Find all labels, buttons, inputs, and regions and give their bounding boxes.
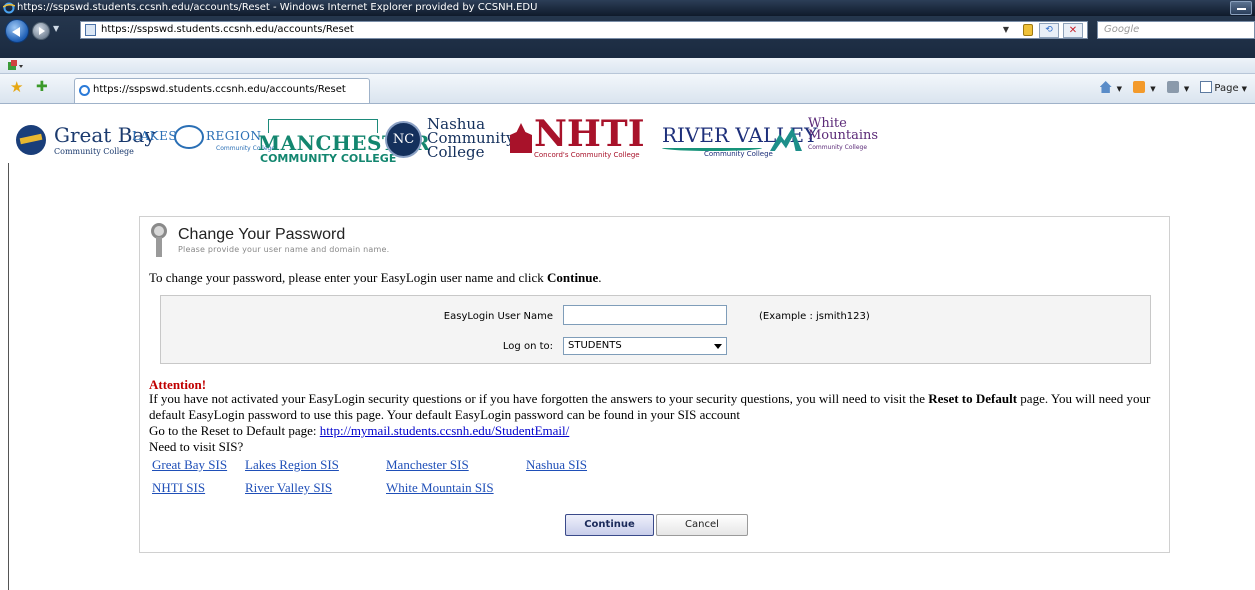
tools-icon[interactable]	[8, 60, 24, 72]
ie-logo-icon	[2, 2, 16, 14]
back-button[interactable]	[5, 19, 29, 43]
username-example: (Example : jsmith123)	[759, 311, 870, 322]
chevron-down-icon	[714, 344, 722, 349]
logon-select[interactable]: STUDENTS	[563, 337, 727, 355]
change-password-panel: Change Your Password Please provide your…	[139, 216, 1170, 553]
window-title-bar: https://sspswd.students.ccsnh.edu/accoun…	[0, 0, 1255, 16]
cancel-button[interactable]: Cancel	[656, 514, 748, 536]
frame-border	[8, 163, 9, 590]
sis-link-white-mountain[interactable]: White Mountain SIS	[386, 480, 494, 496]
recent-pages-dropdown[interactable]: ▼	[53, 24, 59, 33]
attention-body: If you have not activated your EasyLogin…	[149, 391, 1151, 422]
minimize-button[interactable]	[1230, 1, 1252, 15]
page-subtitle: Please provide your user name and domain…	[178, 245, 390, 254]
print-icon	[1166, 81, 1179, 93]
sis-link-nashua[interactable]: Nashua SIS	[526, 457, 587, 473]
window-title: https://sspswd.students.ccsnh.edu/accoun…	[17, 2, 538, 13]
lock-icon[interactable]	[1023, 24, 1033, 36]
continue-button[interactable]: Continue	[565, 514, 654, 536]
instructions: To change your password, please enter yo…	[149, 270, 602, 285]
page-content: Great Bay Community College LAKES REGION…	[0, 105, 1255, 590]
sis-link-manchester[interactable]: Manchester SIS	[386, 457, 469, 473]
manchester-sub: COMMUNITY COLLEGE	[260, 152, 397, 165]
sis-link-river-valley[interactable]: River Valley SIS	[245, 480, 332, 496]
logon-label: Log on to:	[502, 341, 553, 352]
page-menu-button[interactable]: Page ▼	[1200, 80, 1247, 98]
home-button[interactable]: ▼	[1099, 80, 1122, 98]
address-url: https://sspswd.students.ccsnh.edu/accoun…	[101, 24, 354, 35]
great-bay-sub: Community College	[54, 147, 134, 156]
logon-selected-value: STUDENTS	[568, 340, 622, 351]
key-icon	[149, 223, 169, 257]
river-valley-sub: Community College	[704, 150, 773, 158]
address-field[interactable]: https://sspswd.students.ccsnh.edu/accoun…	[80, 21, 1088, 39]
reset-default-link[interactable]: http://mymail.students.ccsnh.edu/Student…	[320, 423, 570, 438]
sis-link-nhti[interactable]: NHTI SIS	[152, 480, 205, 496]
need-sis-text: Need to visit SIS?	[149, 439, 244, 454]
lakes-region-part1: LAKES	[132, 129, 178, 143]
username-input[interactable]	[563, 305, 727, 325]
ie-page-icon	[79, 85, 90, 96]
feeds-button[interactable]: ▼	[1133, 80, 1156, 98]
nashua-seal-icon: NC	[385, 121, 422, 158]
nhti-name: NHTI	[534, 113, 645, 155]
menu-bar	[0, 58, 1255, 74]
command-bar: ▼ ▼ ▼ Page ▼	[1099, 80, 1255, 98]
home-icon	[1099, 81, 1112, 93]
tab-label: https://sspswd.students.ccsnh.edu/accoun…	[93, 84, 346, 95]
add-favorites-icon[interactable]: ✚	[36, 80, 48, 95]
great-bay-bird-icon	[16, 125, 46, 155]
page-icon	[1200, 81, 1213, 93]
reset-default-line: Go to the Reset to Default page: http://…	[149, 423, 570, 438]
login-form: EasyLogin User Name (Example : jsmith123…	[160, 295, 1151, 364]
refresh-icon[interactable]: ⟲	[1039, 23, 1059, 38]
forward-button[interactable]	[32, 22, 50, 40]
nhti-sub: Concord's Community College	[534, 151, 640, 159]
white-mountains-line2: Mountains	[808, 128, 879, 143]
nhti-dome-icon	[510, 123, 532, 153]
username-label: EasyLogin User Name	[443, 311, 553, 322]
favorites-star-icon[interactable]: ★	[10, 80, 23, 95]
tab-bar: ★ ✚ https://sspswd.students.ccsnh.edu/ac…	[0, 74, 1255, 104]
nashua-line3: College	[427, 143, 485, 161]
print-button[interactable]: ▼	[1166, 80, 1189, 98]
stop-icon[interactable]: ✕	[1063, 23, 1083, 38]
sis-link-great-bay[interactable]: Great Bay SIS	[152, 457, 227, 473]
page-icon	[85, 24, 96, 36]
sis-link-lakes-region[interactable]: Lakes Region SIS	[245, 457, 339, 473]
feeds-icon	[1133, 81, 1146, 93]
page-menu-label: Page	[1214, 83, 1239, 94]
tab-reset[interactable]: https://sspswd.students.ccsnh.edu/accoun…	[74, 78, 370, 103]
search-input[interactable]: Google	[1097, 21, 1255, 39]
lakes-region-part2: REGION	[206, 129, 262, 143]
page-title: Change Your Password	[178, 226, 346, 243]
address-dropdown-icon[interactable]: ▼	[1003, 22, 1009, 38]
lakes-region-wave-icon	[174, 125, 204, 149]
address-toolbar: ▼ https://sspswd.students.ccsnh.edu/acco…	[0, 16, 1255, 58]
white-mountains-sub: Community College	[808, 144, 868, 151]
